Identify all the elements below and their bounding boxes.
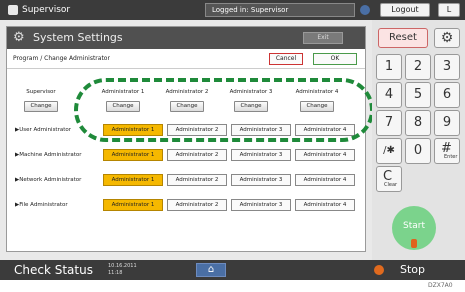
status-indicator-icon [360, 5, 370, 15]
window-title: System Settings [33, 31, 123, 44]
ok-button[interactable]: OK [313, 53, 357, 65]
change-supervisor-button[interactable]: Change [24, 101, 58, 112]
window-title-bar: ⚙ System Settings Exit [7, 27, 365, 49]
key-7[interactable]: 7 [376, 110, 402, 136]
row-label-machine-administrator: ▶Machine Administrator [15, 152, 82, 158]
language-button[interactable]: L [438, 3, 460, 17]
clear-key[interactable]: C Clear [376, 166, 402, 192]
row-label-user-administrator: ▶User Administrator [15, 127, 72, 133]
file-admin-option-4[interactable]: Administrator 4 [295, 199, 355, 211]
file-admin-option-3[interactable]: Administrator 3 [231, 199, 291, 211]
gear-icon: ⚙ [13, 30, 25, 45]
date-time: 10.16.2011 11:18 [108, 263, 148, 277]
row-label-network-administrator: ▶Network Administrator [15, 177, 82, 183]
stop-button[interactable]: Stop [400, 263, 425, 277]
stop-indicator-icon [374, 265, 384, 275]
login-status: Logged in: Supervisor [205, 3, 355, 17]
page-title: Program / Change Administrator [13, 55, 110, 62]
machine-admin-option-1[interactable]: Administrator 1 [103, 149, 163, 161]
start-indicator-icon [411, 239, 417, 248]
file-admin-option-2[interactable]: Administrator 2 [167, 199, 227, 211]
date-text: 10.16.2011 [108, 263, 137, 269]
exit-button[interactable]: Exit [303, 32, 343, 44]
machine-admin-option-2[interactable]: Administrator 2 [167, 149, 227, 161]
clear-key-sublabel: Clear [384, 182, 398, 188]
user-icon [8, 5, 18, 15]
cancel-button[interactable]: Cancel [269, 53, 303, 65]
key-5[interactable]: 5 [405, 82, 431, 108]
logout-button[interactable]: Logout [380, 3, 430, 17]
user-name: Supervisor [22, 5, 71, 15]
key-8[interactable]: 8 [405, 110, 431, 136]
key-enter-label: Enter [444, 154, 458, 160]
figure-reference: DZX7A0 [428, 282, 453, 289]
settings-gear-icon[interactable]: ⚙ [434, 28, 460, 48]
key-6[interactable]: 6 [434, 82, 460, 108]
key-0[interactable]: 0 [405, 138, 431, 164]
key-hash-enter[interactable]: # Enter [434, 138, 460, 164]
network-admin-option-4[interactable]: Administrator 4 [295, 174, 355, 186]
key-1[interactable]: 1 [376, 54, 402, 80]
bottom-bar: Check Status 10.16.2011 11:18 ⌂ Stop [0, 260, 465, 280]
main-area: ⚙ System Settings Exit Program / Change … [0, 20, 374, 260]
column-header-supervisor: Supervisor [26, 89, 56, 95]
row-label-file-administrator: ▶File Administrator [15, 202, 68, 208]
top-bar: Supervisor Logged in: Supervisor Logout … [0, 0, 465, 20]
machine-admin-option-4[interactable]: Administrator 4 [295, 149, 355, 161]
key-9[interactable]: 9 [434, 110, 460, 136]
highlight-callout [74, 78, 374, 142]
network-admin-option-1[interactable]: Administrator 1 [103, 174, 163, 186]
subheader: Program / Change Administrator Cancel OK [7, 49, 365, 69]
reset-button[interactable]: Reset [378, 28, 428, 48]
keypad-sidebar: Reset ⚙ 1 2 3 4 5 6 7 8 9 /✱ 0 # Enter C… [372, 20, 465, 260]
network-admin-option-3[interactable]: Administrator 3 [231, 174, 291, 186]
key-2[interactable]: 2 [405, 54, 431, 80]
time-text: 11:18 [108, 270, 123, 276]
key-3[interactable]: 3 [434, 54, 460, 80]
network-admin-option-2[interactable]: Administrator 2 [167, 174, 227, 186]
key-slash-star[interactable]: /✱ [376, 138, 402, 164]
check-status-button[interactable]: Check Status [14, 263, 93, 277]
user-indicator: Supervisor [8, 3, 70, 17]
machine-admin-option-3[interactable]: Administrator 3 [231, 149, 291, 161]
home-icon[interactable]: ⌂ [196, 263, 226, 277]
file-admin-option-1[interactable]: Administrator 1 [103, 199, 163, 211]
key-4[interactable]: 4 [376, 82, 402, 108]
